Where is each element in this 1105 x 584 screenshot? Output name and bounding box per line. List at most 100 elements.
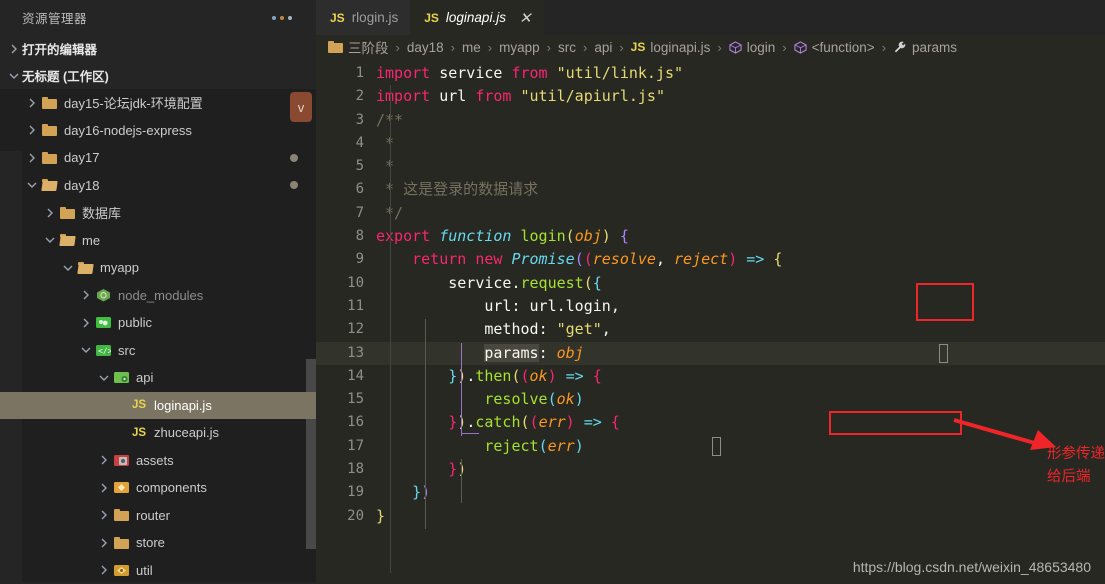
tree-item-label: util — [136, 562, 153, 578]
chevron-right-icon[interactable] — [96, 562, 112, 578]
section-workspace[interactable]: 无标题 (工作区) — [0, 62, 316, 89]
folder-icon — [328, 41, 343, 53]
tree-item[interactable]: myapp — [0, 254, 316, 282]
tree-item[interactable]: day15-论坛jdk-环境配置 — [0, 89, 316, 117]
tree-item-label: assets — [136, 452, 174, 468]
chevron-right-icon[interactable] — [24, 95, 40, 111]
tree-item-label: day16-nodejs-express — [64, 122, 192, 138]
editor-tab-rlogin-js[interactable]: JS rlogin.js — [316, 0, 411, 35]
tree-item[interactable]: me — [0, 227, 316, 255]
tree-item[interactable]: day17 — [0, 144, 316, 172]
explorer-actions[interactable] — [272, 15, 304, 20]
breadcrumb-item[interactable]: JS loginapi.js — [631, 40, 711, 55]
breadcrumb-item[interactable]: day18 — [407, 40, 444, 55]
file-tree[interactable]: day15-论坛jdk-环境配置 v day16-nodejs-express day… — [0, 89, 316, 582]
code-line[interactable]: 3 /** — [316, 109, 1105, 132]
tree-item[interactable]: util — [0, 557, 316, 583]
chevron-down-icon[interactable] — [42, 232, 58, 248]
code-line[interactable]: 7 */ — [316, 202, 1105, 225]
section-open-editors[interactable]: 打开的编辑器 — [0, 35, 316, 62]
chevron-right-icon[interactable] — [24, 122, 40, 138]
tree-item[interactable]: store — [0, 529, 316, 557]
code-line-text: * — [376, 133, 395, 152]
breadcrumb-item[interactable]: login — [729, 40, 775, 55]
tree-item[interactable]: router — [0, 502, 316, 530]
chevron-right-icon[interactable] — [96, 535, 112, 551]
code-line[interactable]: 9 return new Promise((resolve, reject) =… — [316, 248, 1105, 271]
chevron-down-icon — [6, 68, 22, 84]
tree-item[interactable]: public — [0, 309, 316, 337]
breadcrumb-item[interactable]: me — [462, 40, 481, 55]
chevron-down-icon[interactable] — [60, 260, 76, 276]
line-number: 16 — [347, 414, 364, 431]
tree-item[interactable]: </> src — [0, 337, 316, 365]
breadcrumb-item[interactable]: myapp — [499, 40, 540, 55]
tree-item[interactable]: components — [0, 474, 316, 502]
tree-item[interactable]: api — [0, 364, 316, 392]
modified-dot-icon — [290, 153, 298, 162]
tree-item[interactable]: node_modules — [0, 282, 316, 310]
code-line[interactable]: 8 export function login(obj) { — [316, 225, 1105, 248]
util-folder-icon — [113, 564, 129, 576]
tree-item[interactable]: assets — [0, 447, 316, 475]
chevron-down-icon[interactable] — [78, 342, 94, 358]
chevron-right-icon[interactable] — [96, 507, 112, 523]
tree-item-label: day18 — [64, 177, 100, 193]
line-number: 15 — [347, 391, 364, 408]
code-line[interactable]: 18 }) — [316, 458, 1105, 481]
breadcrumb-item-label: src — [557, 39, 576, 55]
editor-tab-loginapi-js[interactable]: JS loginapi.js ✕ — [410, 0, 544, 35]
code-line-text: import service from "util/link.js" — [376, 64, 684, 82]
code-line[interactable]: 6 * 这是登录的数据请求 — [316, 178, 1105, 201]
chevron-right-icon[interactable] — [96, 452, 112, 468]
more-dots-icon[interactable] — [272, 15, 292, 20]
line-number: 18 — [347, 461, 364, 478]
code-line[interactable]: 14 }).then((ok) => { — [316, 365, 1105, 388]
chevron-down-icon[interactable] — [96, 370, 112, 386]
breadcrumb-separator: › — [717, 39, 722, 55]
api-folder-icon — [113, 372, 129, 384]
breadcrumb-item[interactable]: params — [893, 40, 957, 55]
tree-item[interactable]: JS zhuceapi.js — [0, 419, 316, 447]
code-line[interactable]: 4 * — [316, 132, 1105, 155]
code-line[interactable]: 2 import url from "util/apiurl.js" — [316, 85, 1105, 108]
breadcrumb-item[interactable]: <function> — [793, 40, 875, 55]
code-line[interactable]: 20} — [316, 505, 1105, 528]
folder-icon — [41, 124, 57, 137]
editor-tabs[interactable]: JS rlogin.js JS loginapi.js ✕ — [316, 0, 1105, 35]
tree-item[interactable]: 数据库 — [0, 199, 316, 227]
tree-item[interactable]: day16-nodejs-express — [0, 117, 316, 145]
tree-item[interactable]: day18 — [0, 172, 316, 200]
folder-icon — [59, 206, 75, 219]
chevron-right-icon[interactable] — [24, 150, 40, 166]
breadcrumb[interactable]: 三阶段 › day18 › me › myapp › src › api › JS loginapi.js… — [316, 35, 1105, 59]
close-icon[interactable]: ✕ — [519, 9, 532, 27]
chevron-right-icon[interactable] — [42, 205, 58, 221]
tree-item-selected[interactable]: JS loginapi.js — [0, 391, 316, 419]
breadcrumb-item[interactable]: 三阶段 — [328, 37, 389, 57]
code-line[interactable]: 12 method: "get", — [316, 318, 1105, 341]
code-line-text: params: obj — [484, 343, 584, 362]
line-number: 20 — [347, 507, 364, 524]
folder-open-icon — [59, 234, 75, 246]
chevron-down-icon[interactable] — [24, 177, 40, 193]
code-line[interactable]: 15 resolve(ok) — [316, 388, 1105, 411]
code-line-text: service.request({ — [448, 273, 602, 292]
breadcrumb-item[interactable]: api — [594, 40, 612, 55]
folder-icon — [41, 96, 57, 109]
code-editor[interactable]: 1 import service from "util/link.js" 2 impo… — [316, 59, 1105, 584]
code-line[interactable]: 19 }) — [316, 481, 1105, 504]
code-line[interactable]: 10 service.request({ — [316, 272, 1105, 295]
breadcrumb-item[interactable]: src — [558, 40, 576, 55]
chevron-right-icon[interactable] — [78, 315, 94, 331]
chevron-right-icon[interactable] — [78, 287, 94, 303]
code-line[interactable]: 5 * — [316, 155, 1105, 178]
tree-item-label: me — [82, 232, 101, 248]
chevron-right-icon[interactable] — [96, 480, 112, 496]
breadcrumb-separator: › — [619, 39, 624, 55]
tree-item-label: 数据库 — [82, 206, 122, 222]
code-line[interactable]: 1 import service from "util/link.js" — [316, 62, 1105, 85]
code-line[interactable]: 13 params: obj — [316, 341, 1105, 365]
code-line[interactable]: 11 url: url.login, — [316, 295, 1105, 318]
editor-area: JS rlogin.js JS loginapi.js ✕ 三阶段 › day18 › me › m… — [316, 0, 1105, 584]
